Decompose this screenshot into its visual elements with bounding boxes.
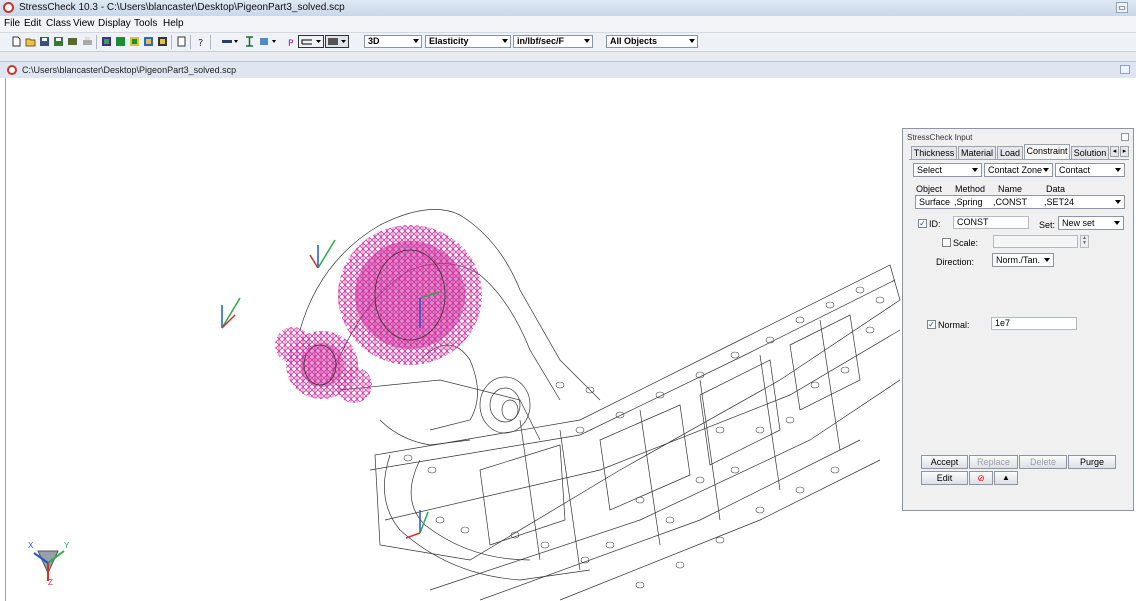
- panel-title: StressCheck Input: [907, 133, 973, 142]
- objects-filter-select[interactable]: All Objects: [606, 35, 698, 48]
- constraint-type-dropdown[interactable]: Contact: [1055, 163, 1125, 177]
- analysis-type-select[interactable]: Elasticity: [425, 35, 511, 48]
- header-method: Method: [955, 184, 986, 194]
- id-label: ID:: [929, 219, 941, 229]
- tab-constraint[interactable]: Constraint: [1024, 144, 1070, 159]
- tab-divider: [909, 159, 1129, 160]
- header-object: Object: [916, 184, 943, 194]
- new-file-icon[interactable]: [11, 36, 22, 47]
- svg-text:?: ?: [198, 38, 203, 47]
- contact-zone-dropdown[interactable]: Contact Zone: [984, 163, 1053, 177]
- toolbar-separator: [190, 35, 191, 49]
- scale-input[interactable]: [993, 235, 1078, 248]
- menu-class[interactable]: Class: [46, 18, 71, 29]
- cancel-icon[interactable]: ⊘: [969, 471, 993, 485]
- toolbar-separator: [171, 35, 172, 49]
- normal-checkbox[interactable]: ✓: [927, 320, 936, 329]
- triad-x-label: X: [28, 541, 34, 550]
- replace-button[interactable]: Replace: [969, 455, 1018, 469]
- set-dropdown[interactable]: New set: [1058, 216, 1124, 230]
- input-icon[interactable]: [129, 36, 140, 47]
- tab-scroll-right[interactable]: ▸: [1120, 146, 1129, 157]
- menu-display[interactable]: Display: [98, 18, 131, 29]
- menu-edit[interactable]: Edit: [24, 18, 41, 29]
- stresscheck-input-panel: StressCheck Input Thickness Material Loa…: [902, 128, 1134, 511]
- direction-label: Direction:: [936, 257, 975, 267]
- toolbar-gap: [0, 52, 1136, 61]
- set-label: Set:: [1039, 220, 1056, 230]
- tab-load[interactable]: Load: [997, 146, 1023, 159]
- document-icon: [7, 65, 17, 75]
- row-object: Surface: [919, 197, 951, 207]
- window-titlebar: StressCheck 10.3 - C:\Users\blancaster\D…: [0, 0, 1136, 17]
- save-icon[interactable]: [39, 36, 50, 47]
- triad-z-label: Z: [48, 578, 53, 587]
- normal-label: Normal:: [938, 320, 970, 330]
- document-titlebar: C:\Users\blancaster\Desktop\PigeonPart3_…: [0, 61, 1136, 79]
- id-input[interactable]: CONST: [953, 216, 1029, 229]
- accept-button[interactable]: Accept: [921, 455, 968, 469]
- print-icon[interactable]: [82, 36, 93, 47]
- purge-button[interactable]: Purge: [1068, 455, 1116, 469]
- main-toolbar: ? P 3D Elasticity in/lbf/sec/F All Objec…: [0, 33, 1136, 52]
- triad-y-label: Y: [64, 541, 70, 550]
- pen-icon[interactable]: P: [286, 36, 297, 47]
- row-name: ,CONST: [993, 197, 1028, 207]
- global-axis-triad: X Y Z: [26, 541, 76, 587]
- row-data: ,SET24: [1044, 197, 1075, 207]
- dimension-select[interactable]: 3D: [364, 35, 422, 48]
- normal-input[interactable]: 1e7: [991, 317, 1077, 330]
- select-mode-dropdown[interactable]: Select: [913, 163, 982, 177]
- display-options-icon[interactable]: [259, 36, 277, 47]
- menu-file[interactable]: File: [4, 18, 20, 29]
- menu-tools[interactable]: Tools: [134, 18, 157, 29]
- model-icon[interactable]: [101, 36, 112, 47]
- units-select[interactable]: in/lbf/sec/F: [513, 35, 593, 48]
- mesh-icon[interactable]: [115, 36, 126, 47]
- open-folder-icon[interactable]: [25, 36, 36, 47]
- report-icon[interactable]: [176, 36, 187, 47]
- direction-dropdown[interactable]: Norm./Tan.: [992, 253, 1054, 267]
- window-restore-button[interactable]: ▭: [1116, 2, 1128, 13]
- export-icon[interactable]: [67, 36, 78, 47]
- scale-spinner[interactable]: ▲ ▼: [1080, 235, 1089, 248]
- header-name: Name: [998, 184, 1023, 194]
- viewport-frame: [5, 78, 6, 601]
- menu-view[interactable]: View: [73, 18, 95, 29]
- svg-text:P: P: [288, 39, 294, 47]
- menu-bar: File Edit Class View Display Tools Help: [0, 16, 1136, 33]
- help-icon[interactable]: ?: [195, 36, 206, 47]
- document-minimize-button[interactable]: [1120, 65, 1130, 74]
- render-mode-icon[interactable]: [325, 35, 349, 48]
- constraint-glyphs: [275, 225, 482, 403]
- orient-icon[interactable]: [244, 36, 255, 47]
- scale-checkbox[interactable]: [942, 238, 951, 247]
- collapse-up-icon[interactable]: ▲: [994, 471, 1018, 485]
- select-mode-icon[interactable]: [298, 35, 324, 48]
- stresscheck-app-icon: [3, 2, 14, 13]
- panel-close-button[interactable]: [1121, 133, 1129, 141]
- tab-material[interactable]: Material: [958, 146, 996, 159]
- toolbar-separator: [96, 35, 97, 49]
- scale-label: Scale:: [953, 238, 979, 248]
- tab-solution[interactable]: Solution I: [1071, 146, 1109, 159]
- results-icon[interactable]: [157, 36, 168, 47]
- menu-help[interactable]: Help: [163, 18, 184, 29]
- view-mode-icon[interactable]: [221, 36, 239, 47]
- save-all-icon[interactable]: [53, 36, 64, 47]
- id-checkbox[interactable]: ✓: [918, 219, 927, 228]
- solve-icon[interactable]: [143, 36, 154, 47]
- document-title: C:\Users\blancaster\Desktop\PigeonPart3_…: [22, 65, 237, 75]
- window-title: StressCheck 10.3 - C:\Users\blancaster\D…: [19, 2, 345, 13]
- tab-scroll-left[interactable]: ◂: [1110, 146, 1119, 157]
- constraint-definition-row[interactable]: Surface ,Spring ,CONST ,SET24: [915, 195, 1125, 209]
- tab-thickness[interactable]: Thickness: [911, 146, 957, 159]
- toolbar-separator: [210, 35, 211, 49]
- header-data: Data: [1046, 184, 1066, 194]
- row-method: ,Spring: [954, 197, 983, 207]
- delete-button[interactable]: Delete: [1019, 455, 1067, 469]
- edit-button[interactable]: Edit: [921, 471, 968, 485]
